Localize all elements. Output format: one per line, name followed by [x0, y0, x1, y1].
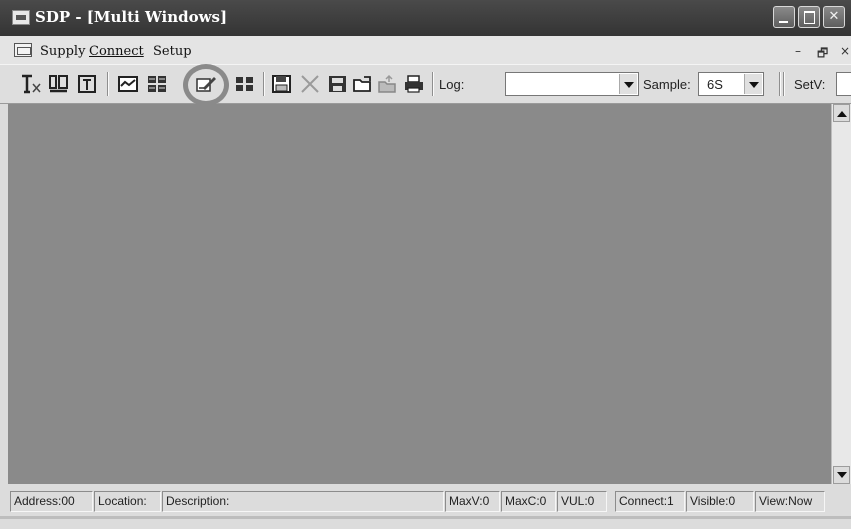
child-close-button[interactable]: × — [840, 44, 850, 58]
setv-label: SetV: — [794, 77, 826, 92]
sample-value: 6S — [707, 77, 723, 92]
app-window: SDP - [Multi Windows] ✕ Supply Connect S… — [0, 0, 851, 529]
sample-label: Sample: — [643, 77, 691, 92]
toolbar-separator — [263, 72, 264, 96]
status-view: View:Now — [755, 491, 825, 512]
close-button[interactable]: ✕ — [823, 6, 845, 28]
tiles-icon[interactable] — [234, 74, 256, 94]
status-maxc: MaxC:0 — [501, 491, 556, 512]
log-label: Log: — [439, 77, 465, 92]
delete-icon[interactable] — [299, 74, 321, 94]
scroll-up-arrow-icon[interactable] — [833, 104, 850, 122]
save-as-icon[interactable] — [327, 74, 349, 94]
menu-supply[interactable]: Supply — [40, 44, 85, 59]
window-title: SDP - [Multi Windows] — [35, 8, 228, 26]
status-visible: Visible:0 — [686, 491, 754, 512]
scroll-down-arrow-icon[interactable] — [833, 466, 850, 484]
grid-icon[interactable] — [146, 74, 168, 94]
child-minimize-button[interactable]: – — [795, 44, 801, 58]
title-bar[interactable]: SDP - [Multi Windows] ✕ — [0, 0, 851, 36]
minimize-button[interactable] — [773, 6, 795, 28]
sample-combobox[interactable]: 6S — [698, 72, 764, 96]
log-combobox[interactable] — [505, 72, 639, 96]
client-frame — [0, 104, 8, 484]
status-vul: VUL:0 — [557, 491, 607, 512]
toolbar-separator — [107, 72, 108, 96]
mdi-client-area[interactable] — [8, 104, 831, 484]
print-icon[interactable] — [403, 74, 425, 94]
text-x-icon[interactable] — [20, 74, 42, 94]
status-location: Location: — [94, 491, 161, 512]
chevron-down-icon[interactable] — [619, 74, 637, 94]
memory-out-icon[interactable] — [76, 74, 98, 94]
memory-in-icon[interactable] — [48, 74, 70, 94]
toolbar-separator — [432, 72, 433, 96]
status-description: Description: — [162, 491, 444, 512]
app-icon[interactable] — [12, 10, 30, 25]
open-folder-icon[interactable] — [352, 74, 374, 94]
export-icon[interactable] — [377, 74, 399, 94]
save-icon[interactable] — [271, 74, 293, 94]
toolbar-separator — [779, 72, 780, 96]
toolbar-separator — [783, 72, 784, 96]
menu-connect[interactable]: Connect — [89, 44, 144, 59]
vertical-scrollbar[interactable] — [831, 104, 851, 484]
child-restore-button[interactable]: 🗗 — [817, 44, 828, 65]
chart-icon[interactable] — [117, 74, 139, 94]
menu-setup[interactable]: Setup — [153, 44, 192, 59]
status-maxv: MaxV:0 — [445, 491, 500, 512]
status-address: Address:00 — [10, 491, 93, 512]
setv-input[interactable] — [836, 72, 851, 96]
chevron-down-icon[interactable] — [744, 74, 762, 94]
status-connect: Connect:1 — [615, 491, 685, 512]
highlight-circle — [183, 64, 229, 106]
maximize-button[interactable] — [798, 6, 820, 28]
child-window-icon[interactable] — [14, 43, 32, 57]
window-bottom-border — [0, 516, 851, 519]
